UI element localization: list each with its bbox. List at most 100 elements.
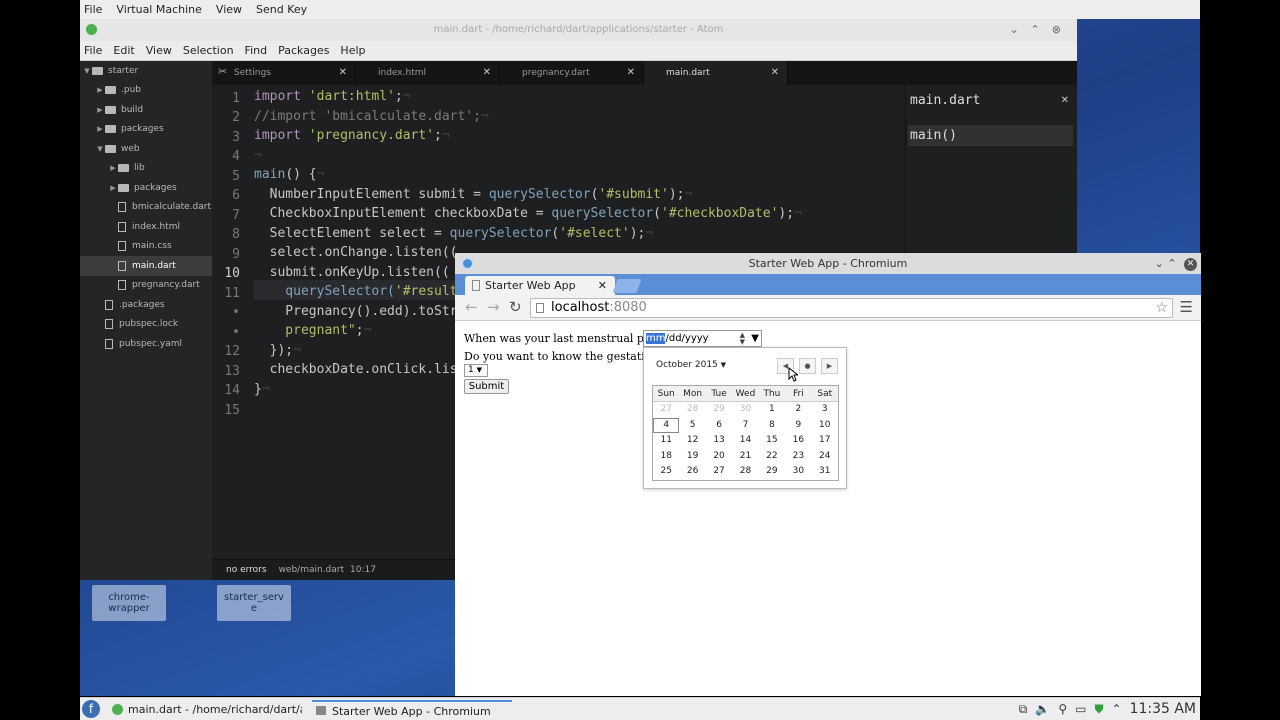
calendar-day[interactable]: 29 (706, 402, 732, 418)
calendar-day[interactable]: 28 (679, 402, 705, 418)
outline-item-main[interactable]: main() (908, 125, 1073, 146)
desktop-icon-starter-serve[interactable]: starter_serv e (217, 585, 291, 621)
atom-menu-item[interactable]: Packages (278, 44, 329, 57)
calendar-day[interactable]: 30 (785, 464, 811, 480)
close-tab-icon[interactable]: ✕ (483, 67, 491, 78)
date-rest-segment[interactable]: /dd/yyyy (665, 333, 708, 344)
atom-menu-item[interactable]: Find (245, 44, 268, 57)
calendar-day[interactable]: 26 (679, 464, 705, 480)
back-arrow-icon[interactable]: ← (465, 298, 478, 316)
vm-menu-item[interactable]: File (84, 3, 102, 16)
close-tab-icon[interactable]: ✕ (627, 67, 635, 78)
vm-menu-item[interactable]: Send Key (256, 3, 307, 16)
close-icon[interactable]: ✕ (1061, 95, 1069, 106)
calendar-day[interactable]: 27 (706, 464, 732, 480)
tree-item[interactable]: ▶ build (80, 100, 212, 120)
calendar-day[interactable]: 25 (653, 464, 679, 480)
fedora-menu-icon[interactable]: f (82, 700, 100, 718)
atom-menu-item[interactable]: File (84, 44, 102, 57)
close-tab-icon[interactable]: ✕ (771, 67, 779, 78)
calendar-day[interactable]: 21 (732, 449, 758, 465)
date-mm-segment[interactable]: mm (646, 333, 666, 344)
address-bar[interactable]: localhost:8080 ☆ (530, 298, 1173, 318)
window-controls[interactable]: ⌄ ⌃ ✕ (1155, 253, 1197, 274)
close-tab-icon[interactable]: ✕ (598, 276, 607, 295)
tray-expand-icon[interactable]: ⌃ (1111, 702, 1121, 716)
calendar-day[interactable]: 15 (759, 433, 785, 449)
tree-item[interactable]: pubspec.yaml (80, 334, 212, 354)
calendar-day[interactable]: 5 (679, 418, 705, 434)
atom-menu-item[interactable]: Edit (113, 44, 134, 57)
calendar-day[interactable]: 16 (785, 433, 811, 449)
atom-menu-item[interactable]: Help (340, 44, 365, 57)
tree-item[interactable]: .packages (80, 295, 212, 315)
tree-item[interactable]: ▶ .pub (80, 81, 212, 101)
calendar-day[interactable]: 27 (653, 402, 679, 418)
lmp-date-input[interactable]: mm/dd/yyyy ▲ ▼ ▼ (643, 330, 762, 347)
tree-item[interactable]: ▶ packages (80, 120, 212, 140)
tree-item[interactable]: main.dart (80, 256, 212, 276)
week-select[interactable]: 1 ▼ (464, 364, 488, 377)
calendar-month-selector[interactable]: October 2015 ▼ (656, 360, 726, 370)
tree-item[interactable]: pubspec.lock (80, 315, 212, 335)
tree-item[interactable]: pregnancy.dart (80, 276, 212, 296)
calendar-day[interactable]: 7 (732, 418, 758, 434)
calendar-day[interactable]: 24 (812, 449, 838, 465)
editor-tab[interactable]: pregnancy.dart ✕ (500, 61, 644, 85)
taskbar-item-atom[interactable]: main.dart - /home/richard/dart/app (108, 700, 302, 719)
tree-item[interactable]: index.html (80, 217, 212, 237)
tree-item[interactable]: ▶ packages (80, 178, 212, 198)
hamburger-menu-icon[interactable]: ☰ (1180, 298, 1193, 316)
browser-tab[interactable]: Starter Web App ✕ (465, 276, 615, 295)
calendar-day[interactable]: 14 (732, 433, 758, 449)
status-errors[interactable]: no errors (226, 565, 267, 575)
new-tab-button[interactable] (612, 279, 642, 293)
calendar-day[interactable]: 13 (706, 433, 732, 449)
window-controls[interactable]: ⌄⌃⊗ (1009, 19, 1073, 41)
calendar-day[interactable]: 2 (785, 402, 811, 418)
atom-menu-item[interactable]: View (146, 44, 172, 57)
editor-tab[interactable]: main.dart ✕ (644, 61, 788, 85)
calendar-day[interactable]: 31 (812, 464, 838, 480)
status-cursor[interactable]: 10:17 (350, 565, 376, 575)
editor-tab[interactable]: ✂ Settings ✕ (212, 61, 356, 85)
vm-menu-item[interactable]: View (216, 3, 242, 16)
calendar-day[interactable]: 18 (653, 449, 679, 465)
calendar-day[interactable]: 23 (785, 449, 811, 465)
tree-item[interactable]: main.css (80, 237, 212, 257)
calendar-day[interactable]: 19 (679, 449, 705, 465)
clock[interactable]: 11:35 AM (1130, 701, 1196, 717)
tree-item[interactable]: bmicalculate.dart (80, 198, 212, 218)
today-button[interactable]: ● (799, 358, 816, 374)
calendar-day[interactable]: 1 (759, 402, 785, 418)
tree-item[interactable]: ▶ lib (80, 159, 212, 179)
tree-item[interactable]: ▼ starter (80, 61, 212, 81)
editor-tab[interactable]: index.html ✕ (356, 61, 500, 85)
close-tab-icon[interactable]: ✕ (339, 67, 347, 78)
volume-icon[interactable]: 🔈 (1035, 702, 1050, 716)
calendar-day[interactable]: 20 (706, 449, 732, 465)
calendar-day[interactable]: 11 (653, 433, 679, 449)
calendar-day[interactable]: 3 (812, 402, 838, 418)
close-icon[interactable]: ✕ (1184, 257, 1197, 271)
security-shield-icon[interactable]: ⛊ (1094, 702, 1103, 717)
calendar-day[interactable]: 28 (732, 464, 758, 480)
display-icon[interactable]: ⧉ (1019, 702, 1028, 717)
vm-menu-item[interactable]: Virtual Machine (116, 3, 202, 16)
network-icon[interactable]: ▭ (1075, 702, 1086, 716)
dropdown-arrow-icon[interactable]: ▼ (751, 331, 759, 346)
calendar-day[interactable]: 22 (759, 449, 785, 465)
forward-arrow-icon[interactable]: → (487, 298, 500, 316)
tree-item[interactable]: ▼ web (80, 139, 212, 159)
calendar-day[interactable]: 10 (812, 418, 838, 434)
calendar-day[interactable]: 30 (732, 402, 758, 418)
desktop-icon-chrome-wrapper[interactable]: chrome- wrapper (92, 585, 166, 621)
taskbar-item-chromium[interactable]: Starter Web App - Chromium (312, 700, 512, 719)
next-month-button[interactable]: ▶ (821, 358, 838, 374)
bookmark-star-icon[interactable]: ☆ (1155, 299, 1168, 317)
calendar-day[interactable]: 12 (679, 433, 705, 449)
submit-button[interactable]: Submit (464, 379, 509, 394)
usb-icon[interactable]: ⚲ (1058, 702, 1067, 716)
calendar-day[interactable]: 6 (706, 418, 732, 434)
calendar-day[interactable]: 4 (653, 417, 680, 434)
